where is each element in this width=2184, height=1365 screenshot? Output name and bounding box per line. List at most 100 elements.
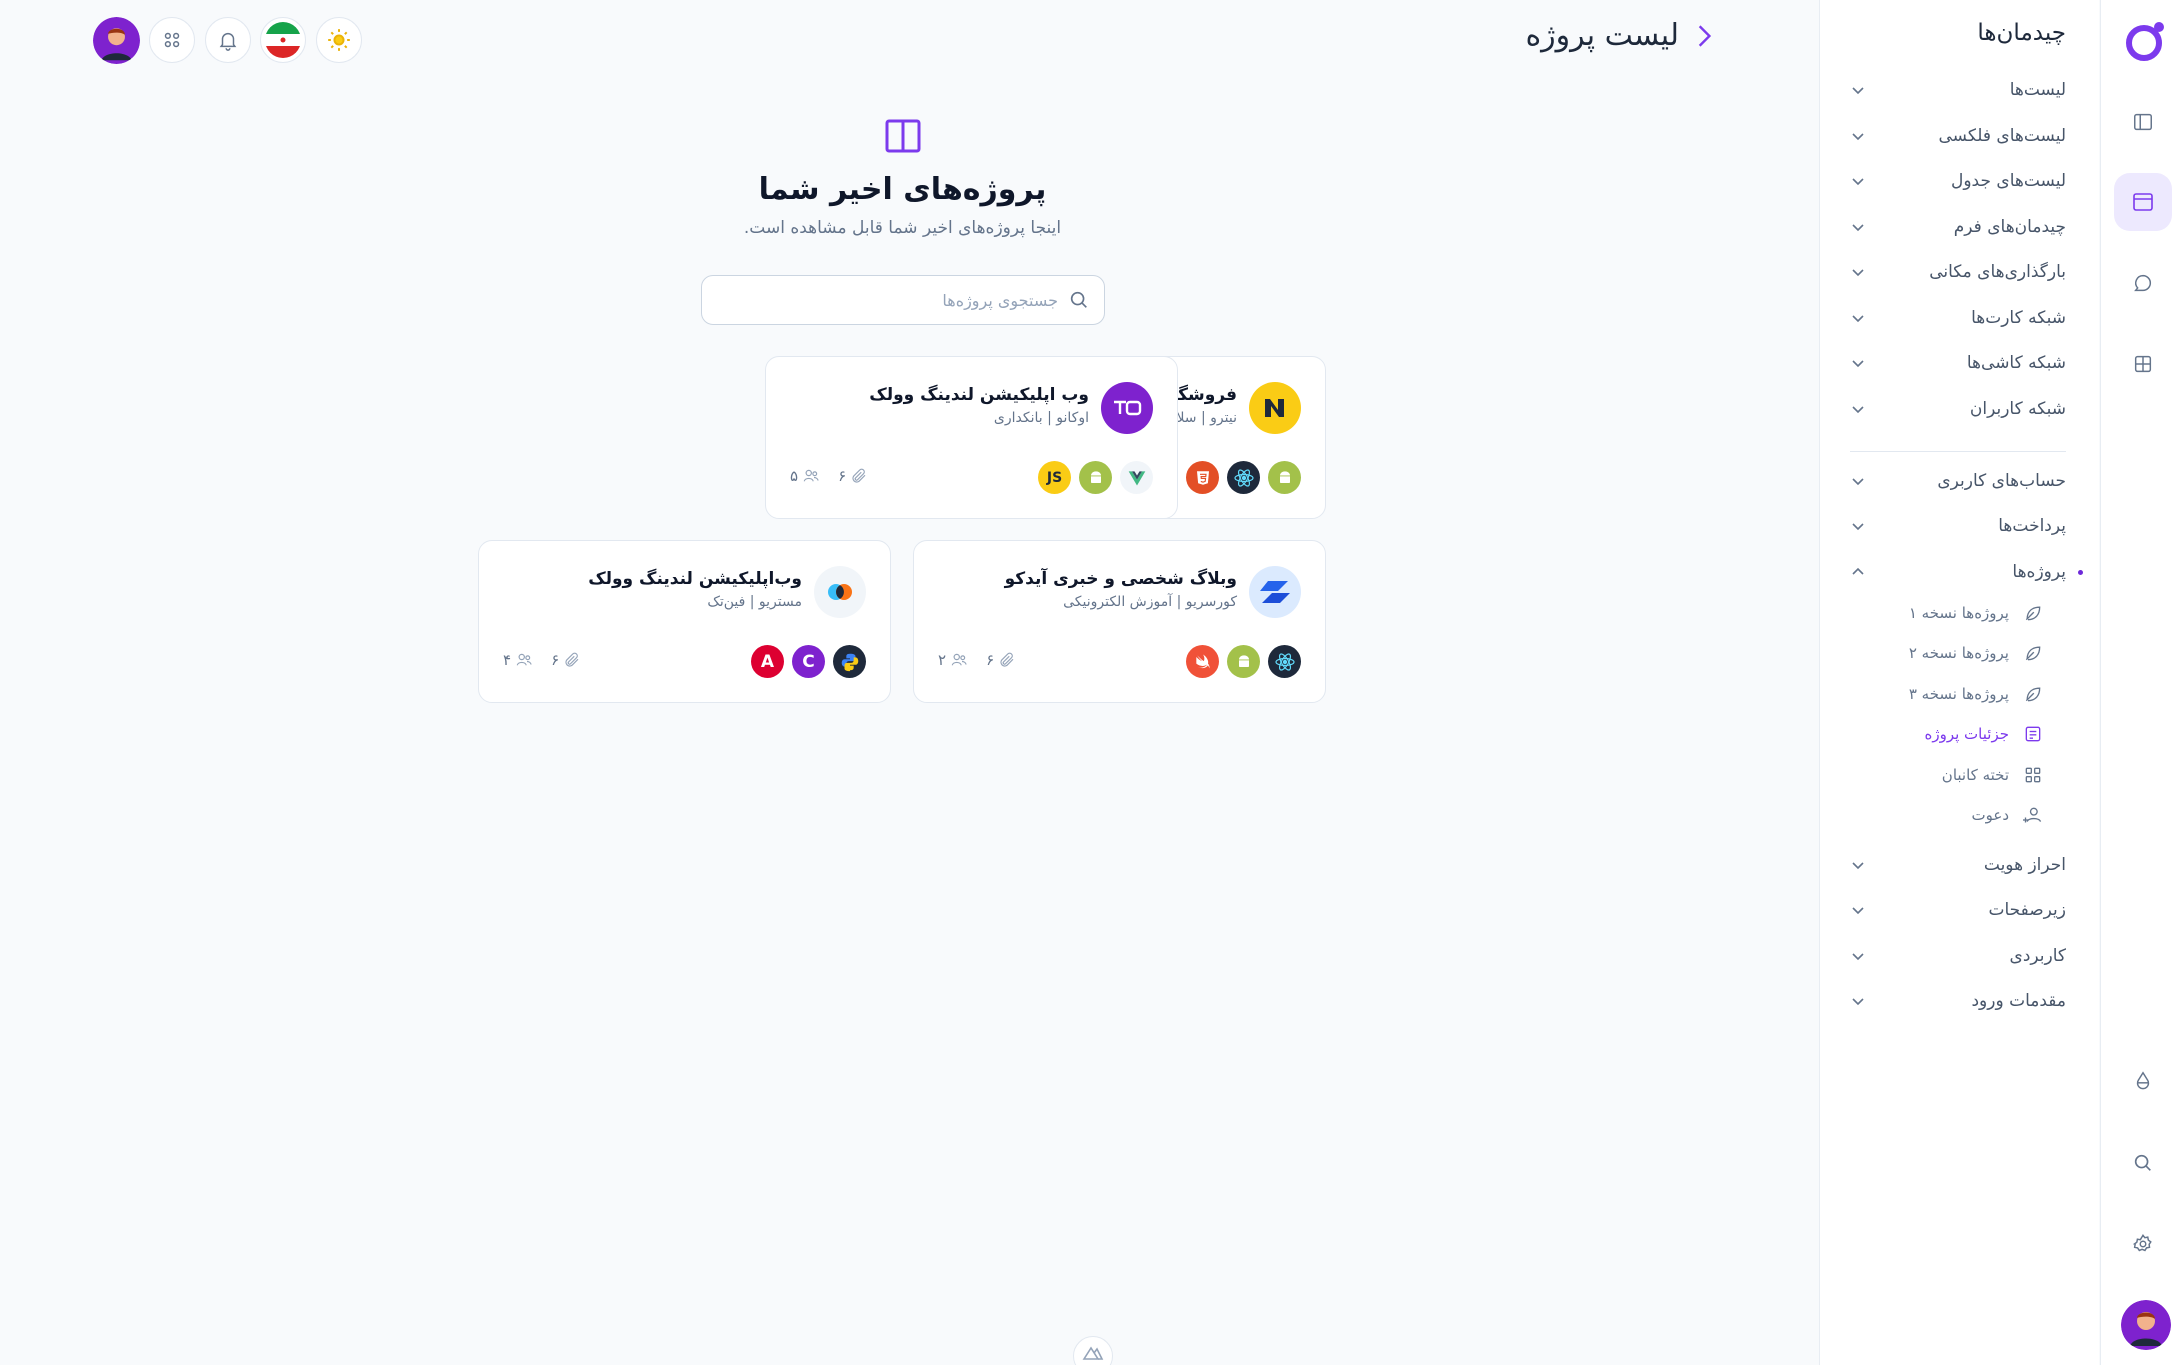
sidebar-item-user-grid[interactable]: شبکه کاربران <box>1850 393 2066 425</box>
sidebar-panel-icon[interactable] <box>2122 101 2164 143</box>
header-user-avatar[interactable] <box>93 17 140 64</box>
sidebar-item-label: شبکه کاشی‌ها <box>1966 353 2066 373</box>
project-logo <box>1101 382 1153 434</box>
sidebar-item-utility[interactable]: کاربردی <box>1850 940 2066 972</box>
sidebar-item-auth[interactable]: احراز هویت <box>1850 849 2066 881</box>
users-icon <box>516 653 532 666</box>
apps-button[interactable] <box>149 17 195 63</box>
sidebar-item-label: پروژه‌ها <box>2012 562 2066 582</box>
project-logo <box>1249 382 1301 434</box>
sidebar-item-accounts[interactable]: حساب‌های کاربری <box>1850 465 2066 497</box>
page-title: لیست پروژه <box>1525 18 1679 53</box>
react-icon <box>1268 645 1301 678</box>
sidebar-sub-label: پروژه‌ها نسخه ۲ <box>1908 644 2009 662</box>
grid-table-icon[interactable] <box>2122 343 2164 385</box>
user-avatar[interactable] <box>2121 1300 2171 1350</box>
sidebar-item-label: کاربردی <box>2009 946 2066 966</box>
columns-icon <box>885 119 921 153</box>
hero-subtitle: اینجا پروژه‌های اخیر شما قابل مشاهده است… <box>743 218 1062 238</box>
sidebar-item-label: پرداخت‌ها <box>1998 516 2066 536</box>
sidebar-item-label: مقدمات ورود <box>1971 991 2066 1011</box>
project-logo <box>814 566 866 618</box>
swift-icon <box>1186 645 1219 678</box>
project-card[interactable]: وب اپلیکیشن لندینگ وولک اوکانو | بانکدار… <box>765 356 1178 519</box>
sidebar-sub-label: پروژه‌ها نسخه ۳ <box>1908 685 2009 703</box>
paperclip-icon <box>1000 652 1014 667</box>
paperclip-icon <box>565 652 579 667</box>
apps-grid-icon <box>164 32 180 48</box>
chevron-down-icon <box>1852 224 1864 232</box>
tech-stack: C A <box>751 645 866 678</box>
sidebar-item-label: لیست‌ها <box>2009 80 2066 100</box>
idco-logo-icon <box>1260 581 1290 603</box>
users-icon <box>803 469 819 482</box>
members-stat: ۵ <box>790 467 820 485</box>
sidebar-item-tile-grid[interactable]: شبکه کاشی‌ها <box>1850 347 2066 379</box>
project-card[interactable]: وب‌اپلیکیشن لندینگ وولک مستریو | فین‌تک … <box>478 540 891 703</box>
chevron-down-icon <box>1852 907 1864 915</box>
sidebar-sub-kanban[interactable]: تخته کانبان <box>1942 761 2043 789</box>
chevron-down-icon <box>1852 523 1864 531</box>
sidebar-sub-project-details[interactable]: جزئیات پروژه <box>1924 720 2043 748</box>
sidebar-sub-label: دعوت <box>1971 806 2010 824</box>
settings-gear-icon[interactable] <box>2122 1223 2164 1265</box>
sidebar-item-onboarding[interactable]: مقدمات ورود <box>1850 985 2066 1017</box>
tech-stack <box>1186 461 1301 494</box>
project-subtitle: مستریو | فین‌تک <box>707 594 802 610</box>
search-input[interactable] <box>758 290 1058 310</box>
chevron-down-icon <box>1852 998 1864 1006</box>
sidebar-item-label: لیست‌های جدول <box>1950 171 2066 191</box>
chevron-down-icon <box>1852 87 1864 95</box>
project-stats: ۶ ۲ <box>938 651 1016 669</box>
chevron-down-icon <box>1852 478 1864 486</box>
chat-icon[interactable] <box>2122 262 2164 304</box>
tech-stack: JS <box>1038 461 1153 494</box>
nuxt-logo-icon <box>1073 1336 1113 1365</box>
attachments-stat: ۶ <box>551 651 581 669</box>
sidebar-item-label: چیدمان‌های فرم <box>1953 217 2066 237</box>
sidebar-sub-projects-v1[interactable]: پروژه‌ها نسخه ۱ <box>1909 599 2043 627</box>
project-search[interactable] <box>701 275 1105 325</box>
theme-drop-icon[interactable] <box>2122 1060 2164 1102</box>
sidebar-item-label: شبکه کارت‌ها <box>1971 308 2066 328</box>
attachments-stat: ۶ <box>838 467 868 485</box>
project-card[interactable]: وبلاگ شخصی و خبری آیدکو کورسریو | آموزش … <box>913 540 1326 703</box>
tech-stack <box>1186 645 1301 678</box>
project-subtitle: کورسریو | آموزش الکترونیکی <box>1063 594 1237 610</box>
project-subtitle: اوکانو | بانکداری <box>993 410 1089 426</box>
brand-logo-icon[interactable] <box>2123 18 2169 64</box>
python-icon <box>833 645 866 678</box>
members-stat: ۴ <box>503 651 533 669</box>
chevron-right-icon[interactable] <box>1691 23 1717 49</box>
notifications-button[interactable] <box>205 17 251 63</box>
android-icon <box>1268 461 1301 494</box>
sidebar-sub-invite[interactable]: دعوت <box>1972 801 2044 829</box>
search-icon[interactable] <box>2122 1142 2164 1184</box>
sidebar-item-subpages[interactable]: زیرصفحات <box>1850 894 2066 926</box>
sidebar-item-lists[interactable]: لیست‌ها <box>1850 74 2066 106</box>
sidebar-item-placeloads[interactable]: بارگذاری‌های مکانی <box>1850 256 2066 288</box>
kanban-grid-icon <box>2025 767 2041 783</box>
sidebar-item-card-grid[interactable]: شبکه کارت‌ها <box>1850 302 2066 334</box>
sidebar: چیدمان‌ها لیست‌ها لیست‌های فلکسی لیست‌ها… <box>1819 0 2099 1365</box>
language-button[interactable] <box>260 17 306 63</box>
users-icon <box>951 653 967 666</box>
sidebar-item-label: زیرصفحات <box>1988 900 2066 920</box>
chevron-down-icon <box>1852 360 1864 368</box>
project-stats: ۶ ۴ <box>503 651 581 669</box>
sidebar-sub-projects-v2[interactable]: پروژه‌ها نسخه ۲ <box>1909 639 2043 667</box>
sidebar-item-table-lists[interactable]: لیست‌های جدول <box>1850 165 2066 197</box>
sidebar-sub-projects-v3[interactable]: پروژه‌ها نسخه ۳ <box>1909 680 2043 708</box>
sidebar-item-label: احراز هویت <box>1983 855 2066 875</box>
sidebar-item-form-layouts[interactable]: چیدمان‌های فرم <box>1850 211 2066 243</box>
csharp-icon: C <box>792 645 825 678</box>
chevron-down-icon <box>1852 862 1864 870</box>
sidebar-item-label: بارگذاری‌های مکانی <box>1929 262 2066 282</box>
sidebar-item-flex-lists[interactable]: لیست‌های فلکسی <box>1850 120 2066 152</box>
sidebar-item-payments[interactable]: پرداخت‌ها <box>1850 510 2066 542</box>
layouts-icon[interactable] <box>2114 173 2172 231</box>
okano-logo-icon <box>1114 400 1142 416</box>
sidebar-item-projects[interactable]: پروژه‌ها <box>1850 556 2066 588</box>
theme-toggle-button[interactable] <box>316 17 362 63</box>
angular-icon: A <box>751 645 784 678</box>
